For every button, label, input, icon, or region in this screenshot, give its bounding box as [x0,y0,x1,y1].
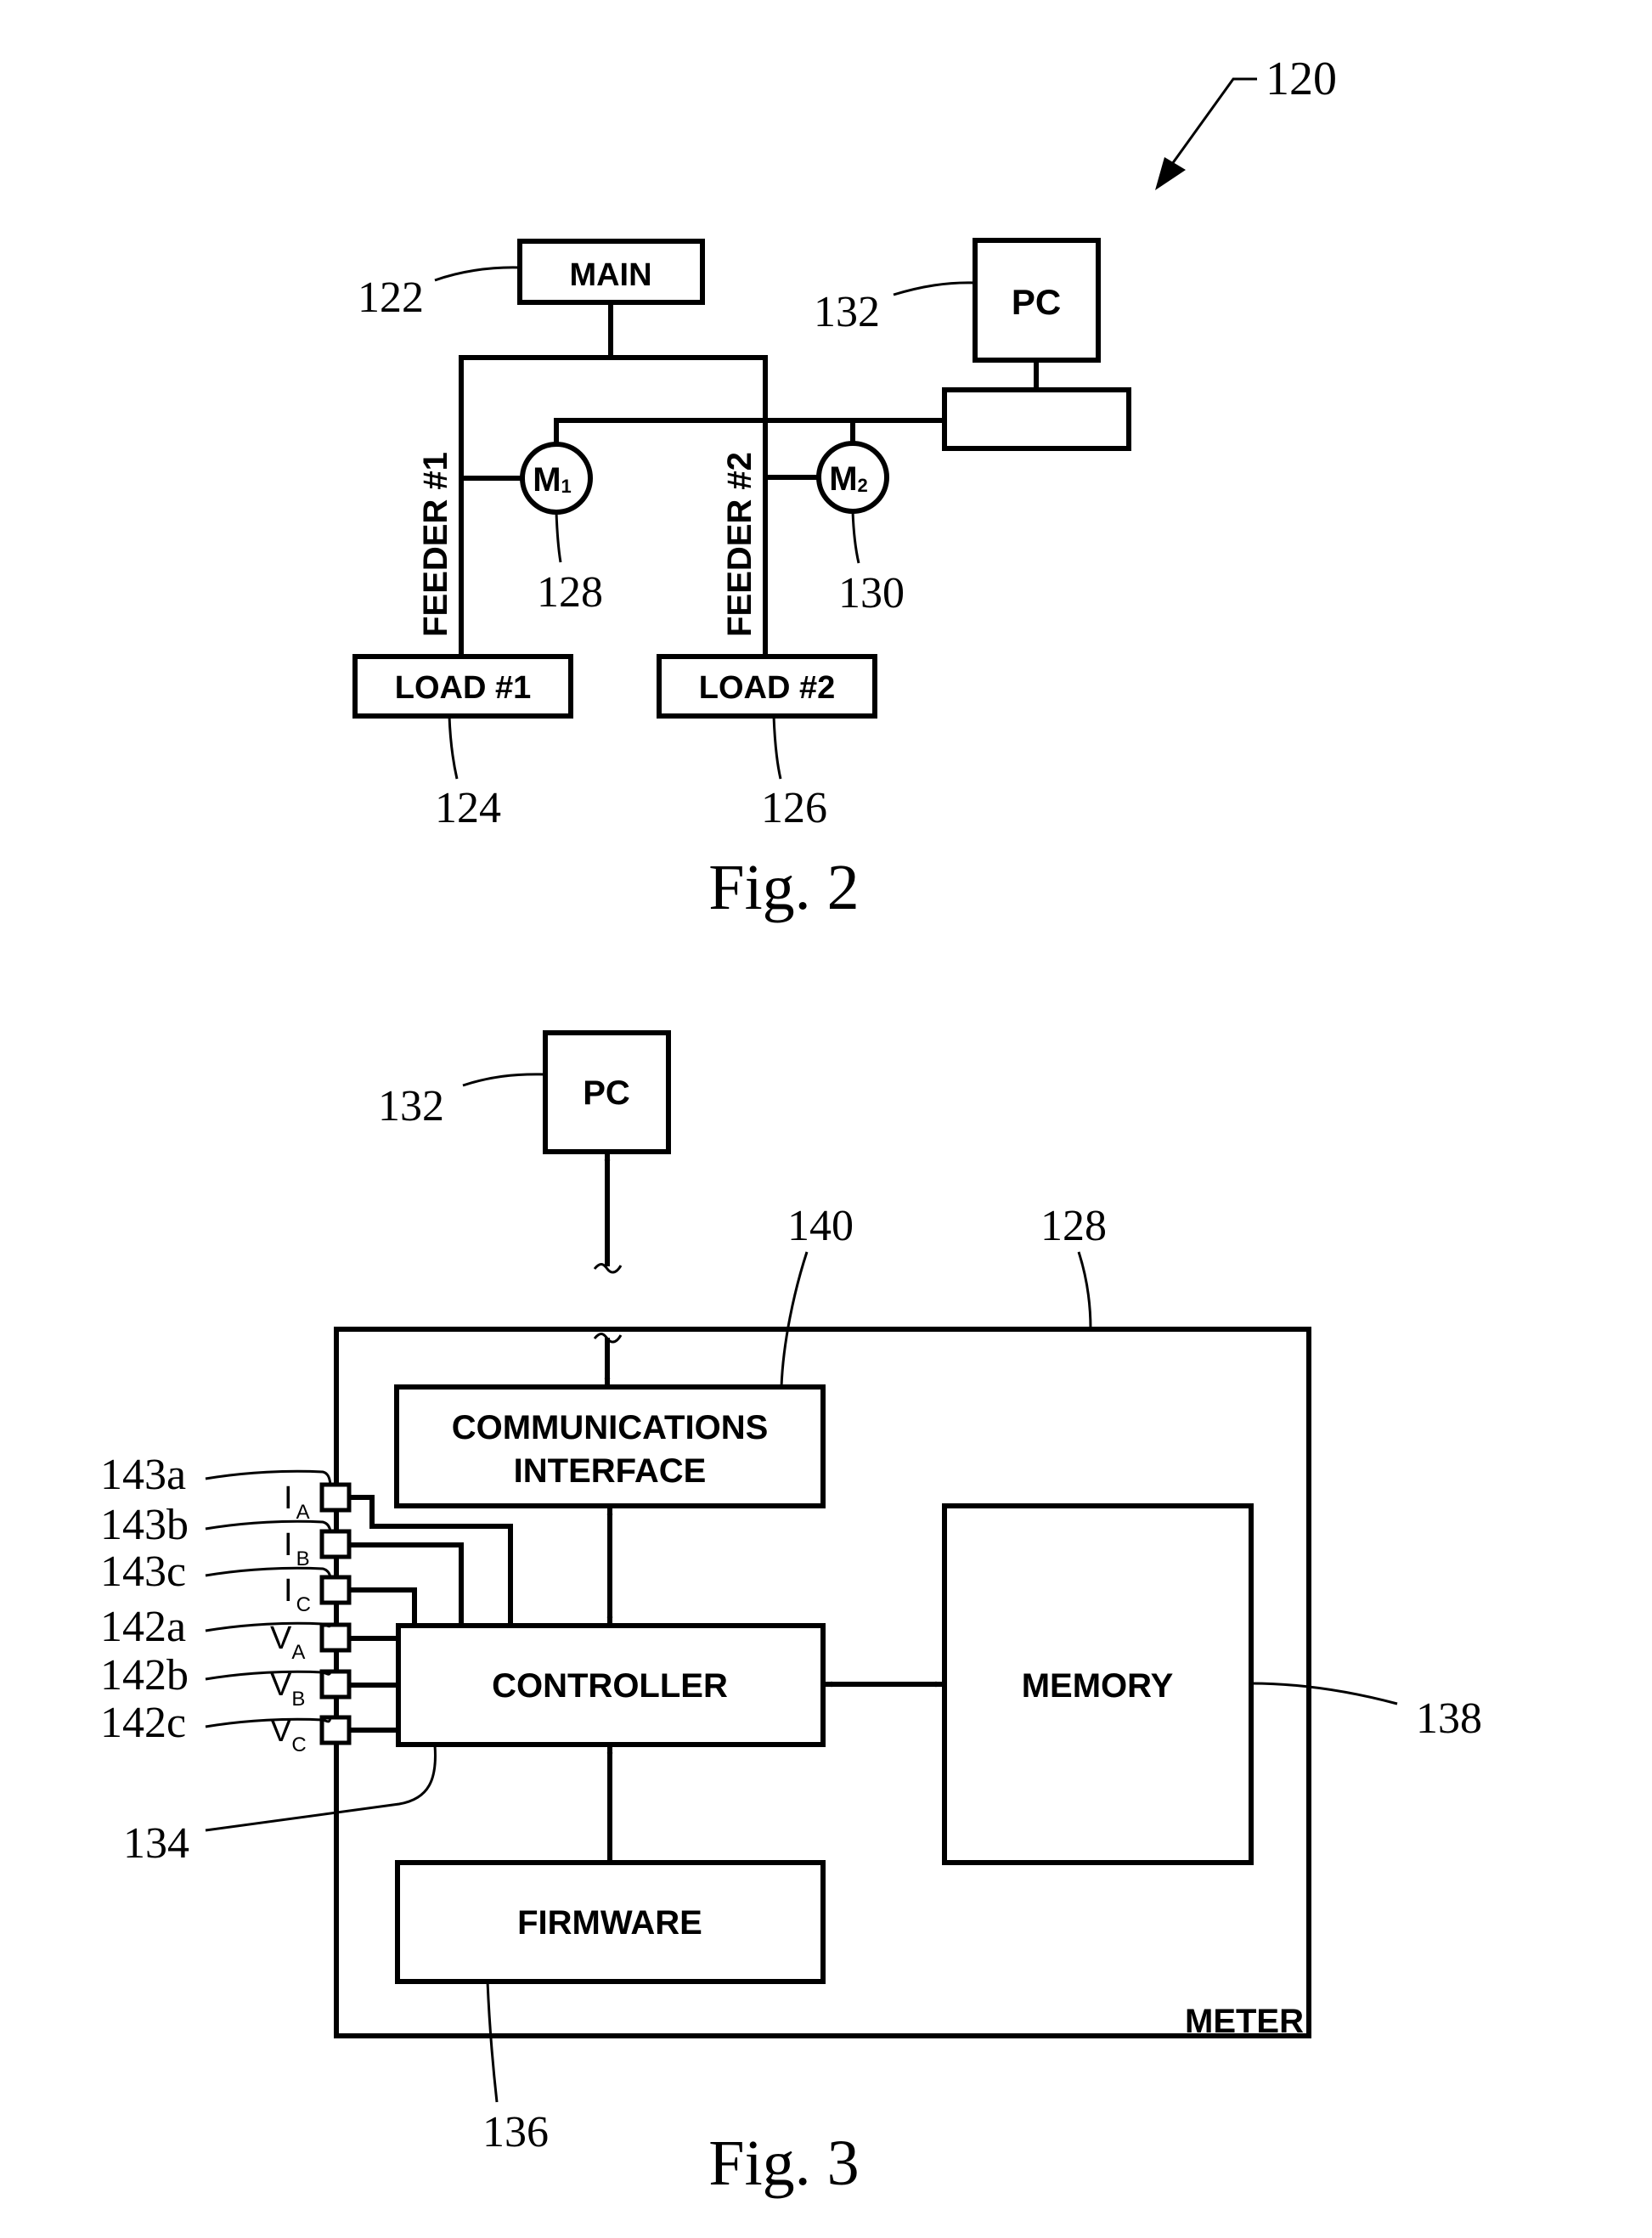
terminal-ref: 142c [100,1699,186,1747]
leader-line [205,1670,332,1681]
terminal-ref: 142b [100,1651,189,1700]
system-reference-120: 120 [1155,53,1337,190]
arrow-head-icon [1155,157,1186,190]
terminal-box [319,1575,352,1605]
leader-124 [448,715,459,780]
terminal-box [319,1622,352,1653]
leader-128 [555,511,562,563]
figure-3: PC 132 METER 128 COMMUNICATIONS INTERFAC… [100,1030,1482,2199]
wire-ib [347,1542,464,1628]
ref-136: 136 [482,2108,549,2156]
leader-122 [434,266,521,282]
terminal-symbol: VB [270,1667,305,1711]
ref-124: 124 [435,784,501,832]
meter-1-symbol: M1 [520,442,593,515]
controller-label: CONTROLLER [492,1667,728,1705]
wire-ia [347,1495,513,1628]
terminal-ref: 142a [100,1603,186,1651]
figure-2: 120 MAIN 122 FEEDER #1 FEEDER #2 M1 128 … [352,53,1337,923]
ref-126: 126 [761,784,827,832]
terminal-symbol: IC [284,1573,311,1616]
leader-134 [205,1745,437,1832]
ref-130: 130 [838,569,905,617]
meter-2-symbol: M2 [816,441,889,514]
load-2-label: LOAD #2 [699,670,835,706]
leader-130 [851,510,860,564]
interface-block-fig2 [942,387,1131,451]
feeder-2-label: FEEDER #2 [721,452,758,637]
ref-134: 134 [123,1819,189,1868]
input-terminals: I A 143a I B 143b I C 143c VA 142a VB 142bVC142c [100,1451,352,1756]
terminal-box [319,1529,352,1559]
terminal-symbol: VA [270,1621,305,1664]
leader-138 [1250,1682,1398,1705]
comm-label-line2: INTERFACE [514,1452,707,1490]
leader-140 [780,1251,809,1388]
ref-140: 140 [787,1202,854,1250]
ref-122: 122 [358,273,424,322]
meter-label: METER [1185,2003,1304,2040]
ref-128: 128 [537,568,603,617]
wire-ic [347,1587,417,1628]
leader-132-fig3 [462,1073,546,1087]
leader-line [205,1717,332,1728]
figure-3-caption: Fig. 3 [708,2128,859,2199]
patent-drawing-sheet: 120 MAIN 122 FEEDER #1 FEEDER #2 M1 128 … [100,53,1482,2199]
pc-label-fig3: PC [583,1074,630,1112]
ref-138: 138 [1416,1694,1482,1743]
feeder-1-label: FEEDER #1 [417,452,454,637]
terminal-ref: 143c [100,1547,186,1596]
terminal-ref: 143b [100,1501,189,1549]
firmware-label: FIRMWARE [517,1904,702,1942]
ref-132-fig2: 132 [814,288,880,336]
pc-label-fig2: PC [1012,282,1061,322]
load-1-label: LOAD #1 [395,670,531,706]
leader-136 [486,1981,499,2103]
terminal-box [319,1482,352,1513]
main-label: MAIN [569,257,651,293]
leader-128-fig3 [1077,1251,1092,1330]
ref-128-fig3: 128 [1040,1202,1107,1250]
comm-label-line1: COMMUNICATIONS [452,1409,769,1446]
leader-line [205,1469,332,1485]
ref-120: 120 [1266,53,1337,105]
memory-label: MEMORY [1022,1667,1174,1705]
terminal-symbol: IA [284,1480,310,1524]
leader-126 [772,715,782,780]
leader-132-fig2 [893,281,976,296]
leader-line [205,1519,332,1532]
terminal-ref: 143a [100,1451,186,1499]
system-leader-arrow [1166,77,1257,171]
input-terminal-142c: VC142c [100,1699,352,1756]
comm-bus [554,418,947,447]
figure-2-caption: Fig. 2 [708,852,859,923]
leader-line [205,1621,332,1632]
terminal-box [319,1669,352,1700]
leader-line [205,1566,332,1578]
terminal-symbol: IB [284,1527,310,1570]
ref-132-fig3: 132 [378,1082,444,1130]
